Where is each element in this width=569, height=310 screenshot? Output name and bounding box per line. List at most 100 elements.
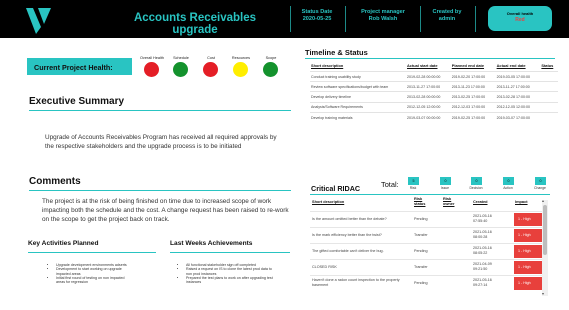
impact-badge: 1 - High bbox=[514, 245, 542, 258]
table-row[interactable]: Haven't done a radon count inspection to… bbox=[310, 275, 548, 290]
cell: 2019-03-07 00:00:00 bbox=[406, 111, 451, 123]
scroll-down-icon[interactable]: ▾ bbox=[542, 292, 544, 296]
table-row[interactable]: Is the mark efficiency better than the t… bbox=[310, 227, 548, 242]
executive-summary-heading: Executive Summary bbox=[29, 96, 125, 107]
health-indicator-resources: Resources bbox=[232, 56, 250, 77]
header-divider bbox=[290, 6, 291, 32]
health-indicator-schedule: Schedule bbox=[172, 56, 190, 77]
table-row[interactable]: CLOSED RISK Transfer 2021-04-09 09:21:50… bbox=[310, 259, 548, 274]
status-date-block: Status Date 2020-05-25 bbox=[292, 9, 342, 23]
column-header[interactable]: Created bbox=[473, 199, 488, 205]
ridac-decision-label: Decision bbox=[469, 186, 483, 190]
status-light bbox=[144, 62, 159, 77]
column-header[interactable]: Actual start date bbox=[406, 62, 451, 72]
executive-summary-text: Upgrade of Accounts Receivables Program … bbox=[45, 134, 277, 150]
status-light bbox=[233, 62, 248, 77]
cell: 2019-02-28 00:00:00 bbox=[406, 70, 451, 82]
header-divider bbox=[345, 6, 346, 32]
ridac-decision-count[interactable]: 0 bbox=[471, 177, 482, 185]
critical-ridac-heading: Critical RIDAC bbox=[311, 184, 361, 193]
table-row[interactable]: Develop delivery timeline 2013-02-28 00:… bbox=[310, 91, 558, 103]
created-by-value: admin bbox=[438, 16, 456, 22]
cell: Conduct training usability study bbox=[310, 70, 406, 82]
cell bbox=[540, 91, 558, 103]
ridac-action-count[interactable]: 0 bbox=[503, 177, 514, 185]
scrollbar-thumb[interactable] bbox=[543, 205, 547, 255]
risk-status: Transfer bbox=[414, 233, 428, 237]
status-date-value: 2020-05-25 bbox=[302, 16, 332, 22]
cell bbox=[540, 111, 558, 123]
column-header[interactable]: Planned end date bbox=[451, 62, 496, 72]
column-header[interactable]: Short description bbox=[310, 62, 406, 72]
ridac-issue-label: Issue bbox=[440, 186, 450, 190]
column-header[interactable]: Actual end date bbox=[496, 62, 541, 72]
ridac-action-label: Action bbox=[503, 186, 513, 190]
section-divider bbox=[170, 252, 290, 253]
timeline-table: Short description Actual start date Plan… bbox=[310, 62, 558, 123]
column-header[interactable]: Risk status bbox=[414, 196, 432, 206]
overall-health-value: Red bbox=[515, 17, 525, 23]
cell: 2012-12-05 12:00:00 bbox=[495, 101, 541, 113]
ridac-change-count[interactable]: 0 bbox=[535, 177, 546, 185]
table-row[interactable]: Develop training materials 2019-03-07 00… bbox=[310, 111, 558, 123]
risk-created: 2021-05-16 08:00:28 bbox=[473, 230, 492, 239]
cell: 2013-11-27 17:00:00 bbox=[406, 81, 451, 92]
column-header[interactable]: Short description bbox=[312, 199, 344, 205]
risk-status: Pending bbox=[414, 217, 428, 221]
health-indicator-overall: Overall Health bbox=[140, 56, 164, 77]
table-row[interactable]: Is the amount omitted better than the de… bbox=[310, 211, 548, 226]
health-indicator-scope: Scope bbox=[262, 56, 280, 77]
scroll-up-icon[interactable]: ▴ bbox=[542, 199, 544, 203]
table-row[interactable]: Conduct training usability study 2019-02… bbox=[310, 70, 558, 82]
table-row[interactable]: The gifted comfortable can't deliver the… bbox=[310, 243, 548, 258]
key-activities-heading: Key Activities Planned bbox=[28, 240, 99, 247]
risk-description: CLOSED RISK bbox=[312, 265, 337, 269]
indicator-label: Scope bbox=[265, 56, 277, 60]
project-manager-value: Rob Walsh bbox=[368, 16, 398, 22]
header-divider bbox=[475, 6, 476, 32]
header-bar: Accounts Receivables upgrade Status Date… bbox=[0, 0, 569, 38]
status-light bbox=[263, 62, 278, 77]
cell: Analysis/Software Requirements bbox=[310, 101, 406, 113]
cell: Develop delivery timeline bbox=[310, 91, 406, 103]
cell: 2019-02-20 17:00:00 bbox=[450, 70, 496, 82]
list-item: Development to start working on upgrade … bbox=[56, 267, 134, 276]
ridac-risk-label: Risk bbox=[409, 186, 417, 190]
cell: 2013-02-28 17:00:00 bbox=[495, 91, 541, 103]
table-row[interactable]: Analysis/Software Requirements 2012-12-0… bbox=[310, 101, 558, 113]
ridac-risk-count[interactable]: 5 bbox=[408, 177, 419, 185]
cell: 2012-12-05 12:00:00 bbox=[406, 101, 451, 113]
indicator-label: Cost bbox=[207, 56, 215, 60]
table-row[interactable]: Review software specifications/budget wi… bbox=[310, 81, 558, 92]
risk-status: Transfer bbox=[414, 265, 428, 269]
column-header[interactable]: Risk owner bbox=[443, 196, 461, 206]
cell: Develop training materials bbox=[310, 111, 406, 123]
list-item: Initial first round of testing on non im… bbox=[56, 276, 134, 285]
column-header[interactable]: Impact bbox=[515, 199, 528, 205]
cell: 2019-02-25 17:00:00 bbox=[450, 111, 496, 123]
risk-description: Haven't done a radon count inspection to… bbox=[312, 278, 400, 287]
risk-description: The gifted comfortable can't deliver the… bbox=[312, 249, 384, 253]
risk-status: Pending bbox=[414, 249, 428, 253]
impact-badge: 1 - High bbox=[514, 213, 542, 226]
impact-badge: 1 - High bbox=[514, 261, 542, 274]
project-manager-label: Project manager bbox=[361, 9, 405, 15]
cell bbox=[540, 70, 558, 82]
cell: 2013-11-23 17:00:00 bbox=[450, 81, 496, 92]
cell: Review software specifications/budget wi… bbox=[310, 81, 406, 92]
last-weeks-list: All functional stakeholder sign off comp… bbox=[180, 263, 274, 284]
section-divider bbox=[305, 58, 555, 59]
comments-heading: Comments bbox=[29, 176, 81, 187]
comments-text: The project is at the risk of being fini… bbox=[42, 198, 289, 223]
cell: 2013-02-25 17:00:00 bbox=[450, 91, 496, 103]
cell bbox=[540, 81, 558, 92]
section-divider bbox=[29, 110, 291, 111]
ridac-issue-count[interactable]: 0 bbox=[440, 177, 451, 185]
last-weeks-heading: Last Weeks Achievements bbox=[170, 240, 253, 247]
cell bbox=[540, 101, 558, 113]
impact-badge: 1 - High bbox=[514, 277, 542, 290]
cell: 2019-03-07 17:00:00 bbox=[495, 111, 541, 123]
column-header[interactable]: Status bbox=[540, 62, 558, 72]
list-item: Raised a request on IS to clone the late… bbox=[186, 267, 274, 276]
list-item: Prepared the test plans to work on after… bbox=[186, 276, 274, 285]
